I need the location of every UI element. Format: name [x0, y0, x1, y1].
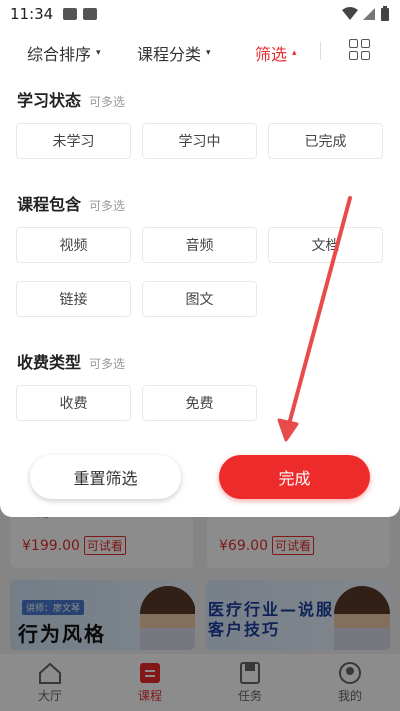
chevron-up-icon: ▴: [292, 48, 297, 58]
chip-paid[interactable]: 收费: [16, 385, 131, 421]
filter-panel: 学习状态 可多选 未学习 学习中 已完成 课程包含 可多选 视频 音频 文档 链接 …: [0, 74, 400, 517]
chip-free[interactable]: 免费: [142, 385, 257, 421]
chip-document[interactable]: 文档: [268, 227, 383, 263]
grid-view-icon[interactable]: [349, 39, 371, 61]
section-title-content-type: 课程包含 可多选: [17, 195, 126, 214]
image-notification-icon: [63, 8, 78, 20]
chip-not-studied[interactable]: 未学习: [16, 123, 131, 159]
multi-select-hint: 可多选: [89, 357, 126, 371]
multi-select-hint: 可多选: [89, 199, 126, 213]
chip-audio[interactable]: 音频: [142, 227, 257, 263]
wifi-icon: [342, 7, 358, 20]
chip-video[interactable]: 视频: [16, 227, 131, 263]
done-button[interactable]: 完成: [219, 455, 370, 499]
section-title-fee-type: 收费类型 可多选: [17, 353, 126, 372]
multi-select-hint: 可多选: [89, 95, 126, 109]
tab-category[interactable]: 课程分类 ▾: [137, 41, 211, 65]
status-time: 11:34: [10, 5, 54, 23]
battery-icon: [381, 6, 389, 21]
chip-studying[interactable]: 学习中: [142, 123, 257, 159]
divider: [320, 42, 321, 60]
filter-bar: 综合排序 ▾ 课程分类 ▾ 筛选 ▴: [0, 28, 400, 74]
chip-completed[interactable]: 已完成: [268, 123, 383, 159]
chip-image-text[interactable]: 图文: [142, 281, 257, 317]
status-bar: 11:34: [0, 0, 400, 28]
tab-sort[interactable]: 综合排序 ▾: [27, 41, 101, 65]
reset-filter-button[interactable]: 重置筛选: [30, 455, 181, 499]
chip-link[interactable]: 链接: [16, 281, 131, 317]
cell-signal-icon: [363, 8, 375, 20]
app-notification-icon: [83, 8, 98, 20]
section-title-study-status: 学习状态 可多选: [17, 91, 126, 110]
tab-filter[interactable]: 筛选 ▴: [255, 41, 297, 65]
chevron-down-icon: ▾: [206, 48, 211, 58]
chevron-down-icon: ▾: [96, 48, 101, 58]
